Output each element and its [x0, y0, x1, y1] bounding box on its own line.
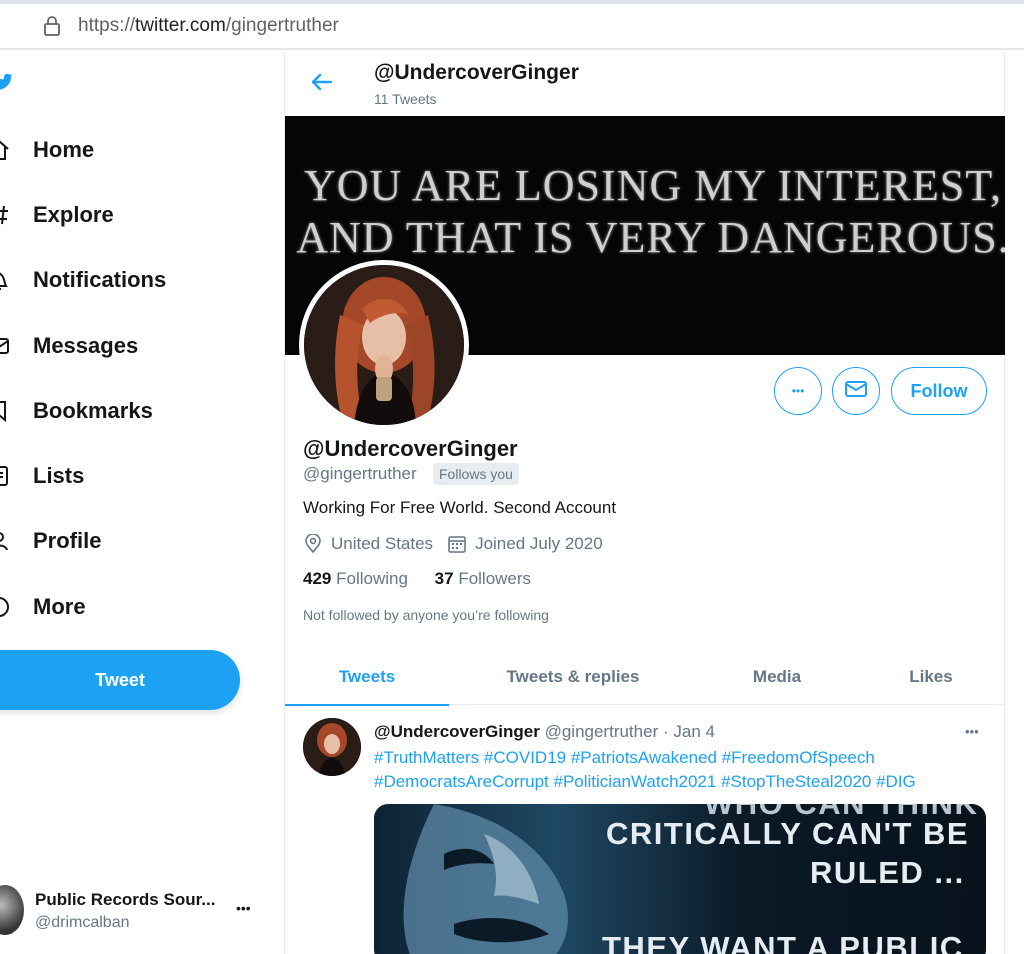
profile-location: United States	[331, 534, 434, 553]
twitter-bird-icon[interactable]	[0, 68, 12, 92]
follow-button[interactable]: Follow	[891, 367, 987, 415]
sidebar-item-label: Lists	[33, 463, 85, 488]
tweet-button[interactable]: Tweet	[0, 650, 240, 710]
profile-joined: Joined July 2020	[475, 534, 603, 553]
sidebar: Home Explore Notifications Messages Book…	[0, 52, 284, 954]
tweet-author-handle[interactable]: @gingertruther	[545, 722, 659, 741]
following-link[interactable]: 429 Following	[303, 569, 408, 588]
followers-label: Followers	[458, 569, 532, 588]
active-tab-underline	[285, 704, 449, 706]
followers-link[interactable]: 37 Followers	[435, 569, 531, 588]
bell-icon	[0, 268, 10, 292]
tweet-avatar[interactable]	[303, 718, 361, 776]
envelope-icon	[844, 379, 868, 404]
person-icon	[0, 529, 10, 553]
profile-column: @UndercoverGinger 11 Tweets YOU ARE LOSI…	[284, 52, 1005, 954]
tweet-hashtags-line-1[interactable]: #TruthMatters #COVID19 #PatriotsAwakened…	[374, 748, 875, 768]
tweet-more-icon[interactable]: •••	[965, 724, 979, 739]
tab-label: Tweets	[338, 667, 396, 686]
tab-label: Tweets & replies	[506, 667, 640, 686]
browser-address-bar: https://twitter.com/gingertruther	[0, 0, 1024, 50]
location-item: United States	[303, 534, 433, 554]
profile-tabs: Tweets Tweets & replies Media Likes	[285, 649, 1005, 706]
tab-label: Media	[752, 667, 802, 686]
profile-handle: @gingertruther	[303, 464, 417, 483]
sidebar-item-label: Home	[33, 137, 95, 162]
message-button[interactable]	[832, 367, 880, 415]
image-text-line-3: THEY WANT A PUBLIC	[602, 930, 964, 954]
image-text-line-2: RULED ...	[810, 855, 965, 890]
header-title: @UndercoverGinger	[374, 61, 579, 84]
sidebar-item-label: Notifications	[33, 267, 167, 292]
calendar-icon	[448, 536, 466, 553]
sidebar-item-label: Messages	[33, 333, 139, 358]
url-field[interactable]: https://twitter.com/gingertruther	[78, 15, 339, 37]
follows-you-badge: Follows you	[433, 463, 519, 485]
banner-line-2: AND THAT IS VERY DANGEROUS.	[296, 213, 1005, 262]
url-host: twitter.com	[135, 15, 226, 36]
profile-avatar[interactable]	[299, 260, 469, 430]
tab-tweets[interactable]: Tweets	[285, 649, 449, 706]
sidebar-item-label: Explore	[33, 202, 114, 227]
following-count: 429	[303, 569, 332, 588]
lock-icon[interactable]	[42, 15, 62, 37]
hashtag-icon	[0, 203, 10, 227]
tweet-hashtags-line-2[interactable]: #DemocratsAreCorrupt #PoliticianWatch202…	[374, 772, 916, 792]
tab-tweets-replies[interactable]: Tweets & replies	[449, 649, 697, 705]
url-path: /gingertruther	[225, 15, 339, 36]
bookmark-icon	[0, 399, 10, 423]
envelope-icon	[0, 334, 10, 358]
account-switcher[interactable]: Public Records Sour... @drimcalban •••	[0, 882, 270, 942]
location-pin-icon	[305, 534, 321, 554]
avatar	[0, 885, 24, 935]
tweet-author-name[interactable]: @UndercoverGinger	[374, 722, 540, 741]
sidebar-item-label: Bookmarks	[33, 398, 153, 423]
account-more-icon[interactable]: •••	[236, 900, 251, 916]
profile-counts: 429 Following 37 Followers	[303, 569, 531, 589]
tab-likes[interactable]: Likes	[857, 649, 1005, 705]
home-icon	[0, 138, 10, 162]
tweet-separator: ·	[662, 722, 669, 741]
profile-bio: Working For Free World. Second Account	[303, 498, 617, 517]
account-name: Public Records Sour...	[35, 890, 216, 909]
more-dots-icon: •••	[791, 384, 805, 398]
sidebar-item-label: More	[33, 594, 86, 619]
profile-name: @UndercoverGinger	[303, 436, 518, 461]
image-text-line-1: CRITICALLY CAN'T BE	[606, 816, 970, 851]
not-followed-note: Not followed by anyone you’re following	[303, 607, 549, 623]
banner-line-1: YOU ARE LOSING MY INTEREST,	[304, 161, 1002, 210]
joined-item: Joined July 2020	[447, 534, 603, 554]
more-options-button[interactable]: •••	[774, 367, 822, 415]
tab-media[interactable]: Media	[697, 649, 857, 705]
more-circle-icon	[0, 595, 10, 619]
tab-label: Likes	[909, 667, 953, 686]
tweet-image[interactable]: WHO CAN THINK CRITICALLY CAN'T BE RULED …	[374, 804, 986, 954]
sidebar-item-label: Profile	[33, 528, 102, 553]
tweet-header: @UndercoverGinger @gingertruther · Jan 4	[374, 722, 715, 742]
tweet-date[interactable]: Jan 4	[673, 722, 715, 741]
header-tweet-count: 11 Tweets	[374, 91, 437, 107]
account-handle: @drimcalban	[35, 914, 130, 931]
back-arrow-icon[interactable]	[309, 70, 335, 94]
following-label: Following	[336, 569, 408, 588]
browser-tab-strip	[0, 0, 1024, 4]
list-icon	[0, 464, 10, 488]
followers-count: 37	[434, 569, 454, 588]
profile-meta: United States Joined July 2020	[303, 534, 603, 554]
url-scheme: https://	[78, 15, 136, 36]
